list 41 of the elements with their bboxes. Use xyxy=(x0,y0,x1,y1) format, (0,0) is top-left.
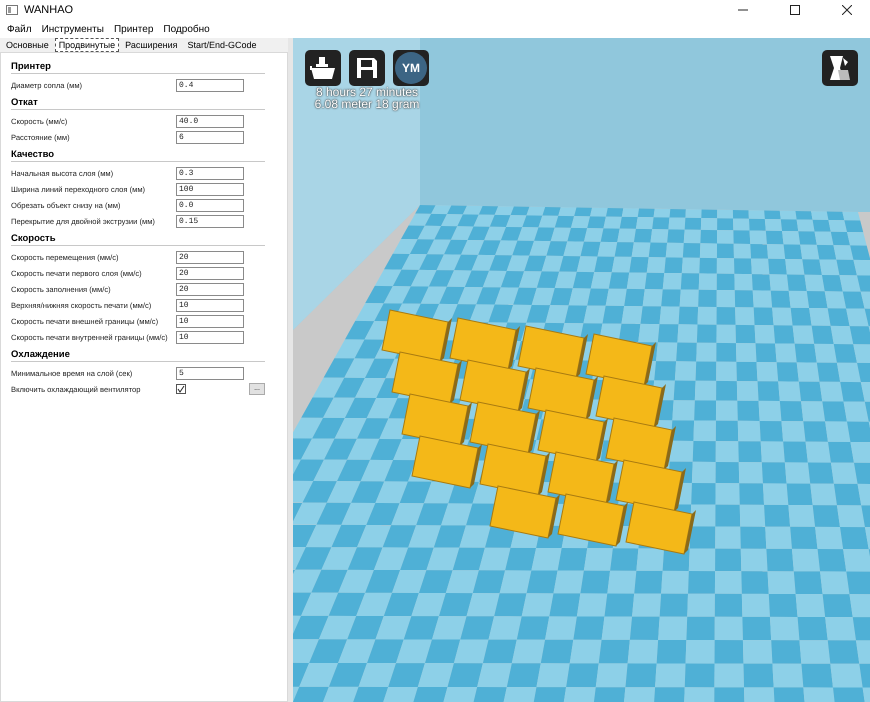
tab[interactable]: Продвинутые xyxy=(54,38,120,52)
input-field[interactable]: 0.4 xyxy=(176,78,244,92)
input-field[interactable]: 0.3 xyxy=(176,166,244,180)
logo-button[interactable]: YM xyxy=(393,50,429,86)
input-field[interactable]: 40.0 xyxy=(176,114,244,128)
section-heading: Скорость xyxy=(11,232,57,244)
print-time: 8 hours 27 minutes xyxy=(316,86,418,98)
menu-item[interactable]: Файл xyxy=(2,24,37,34)
tab[interactable]: Start/End-GCode xyxy=(183,38,261,52)
input-field[interactable]: 100 xyxy=(176,182,244,196)
tab[interactable]: Расширения xyxy=(121,38,182,52)
input-field[interactable]: 20 xyxy=(176,266,244,280)
material-usage: 6.08 meter 18 gram xyxy=(314,98,420,110)
tray-icon xyxy=(310,56,336,80)
input-field[interactable]: 0.0 xyxy=(176,198,244,212)
input-field[interactable]: 10 xyxy=(176,314,244,328)
app-icon xyxy=(6,5,18,15)
menu-item[interactable]: Подробно xyxy=(158,24,215,34)
input-field[interactable]: 6 xyxy=(176,130,244,144)
section-heading: Принтер xyxy=(11,60,52,72)
close-icon xyxy=(842,5,852,15)
input-field[interactable]: 20 xyxy=(176,250,244,264)
checkmark-icon xyxy=(177,385,185,393)
input-field[interactable]: 20 xyxy=(176,282,244,296)
view-mode-icon xyxy=(827,54,853,82)
section-heading: Откат xyxy=(11,96,39,108)
load-model-button[interactable] xyxy=(305,50,341,86)
menu-item[interactable]: Инструменты xyxy=(36,24,109,34)
window-title: WANHAO xyxy=(24,4,74,16)
checkbox[interactable] xyxy=(176,384,186,394)
tab[interactable]: Основные xyxy=(2,38,53,52)
menu-item[interactable]: Принтер xyxy=(108,24,158,34)
input-field[interactable]: 5 xyxy=(176,366,244,380)
input-field[interactable]: 10 xyxy=(176,298,244,312)
section-heading: Охлаждение xyxy=(11,348,71,360)
input-field[interactable]: 0.15 xyxy=(176,214,244,228)
view-mode-button[interactable] xyxy=(822,50,858,86)
input-field[interactable]: 10 xyxy=(176,330,244,344)
save-button[interactable] xyxy=(349,50,385,86)
maximize-icon xyxy=(790,5,800,15)
section-heading: Качество xyxy=(11,148,56,160)
